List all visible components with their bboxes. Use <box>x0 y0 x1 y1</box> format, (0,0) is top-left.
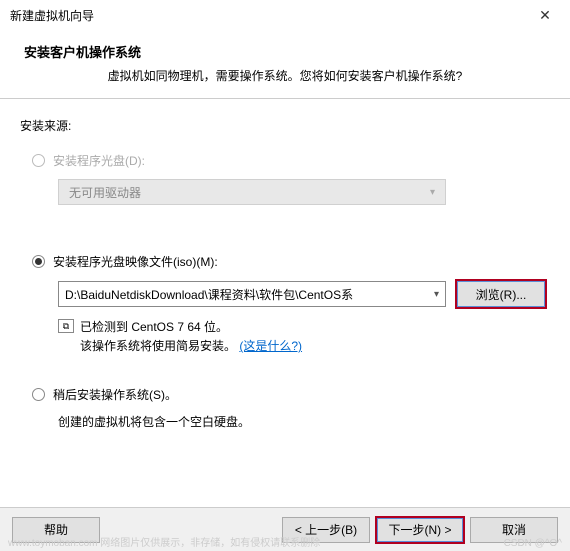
wizard-content: 安装来源: 安装程序光盘(D): 无可用驱动器 ▾ 安装程序光盘映像文件(iso… <box>0 99 570 507</box>
radio-disc[interactable] <box>32 154 45 167</box>
watermark-right: CSDN @^O^ <box>504 538 562 549</box>
detection-text: 已检测到 CentOS 7 64 位。 该操作系统将使用简易安装。 (这是什么?… <box>80 318 302 356</box>
radio-later[interactable] <box>32 388 45 401</box>
watermark-left: www.toymoban.com 网络图片仅供展示，非存储，如有侵权请联系删除 <box>8 534 320 549</box>
browse-button-label: 浏览(R)... <box>476 286 527 303</box>
radio-iso-label: 安装程序光盘映像文件(iso)(M): <box>53 253 218 270</box>
option-later: 稍后安装操作系统(S)。 创建的虚拟机将包含一个空白硬盘。 <box>32 386 550 430</box>
detection-info: ⧉ 已检测到 CentOS 7 64 位。 该操作系统将使用简易安装。 (这是什… <box>58 318 550 356</box>
later-description: 创建的虚拟机将包含一个空白硬盘。 <box>58 413 550 430</box>
wizard-header: 安装客户机操作系统 虚拟机如同物理机，需要操作系统。您将如何安装客户机操作系统? <box>0 30 570 99</box>
wizard-window: 新建虚拟机向导 ✕ 安装客户机操作系统 虚拟机如同物理机，需要操作系统。您将如何… <box>0 0 570 551</box>
radio-later-label: 稍后安装操作系统(S)。 <box>53 386 177 403</box>
radio-disc-label: 安装程序光盘(D): <box>53 152 145 169</box>
next-button-label: 下一步(N) > <box>388 521 451 538</box>
next-button[interactable]: 下一步(N) > <box>376 517 464 543</box>
radio-row-iso[interactable]: 安装程序光盘映像文件(iso)(M): <box>32 253 550 270</box>
disc-dropdown-text: 无可用驱动器 <box>69 184 141 201</box>
easy-install-line: 该操作系统将使用简易安装。 (这是什么?) <box>80 337 302 356</box>
iso-path-row: D:\BaiduNetdiskDownload\课程资料\软件包\CentOS系… <box>58 280 550 308</box>
disc-dropdown: 无可用驱动器 ▾ <box>58 179 446 205</box>
close-icon[interactable]: ✕ <box>530 7 560 24</box>
chevron-down-icon: ▾ <box>430 187 435 198</box>
chevron-down-icon[interactable]: ▾ <box>434 289 439 300</box>
radio-row-disc[interactable]: 安装程序光盘(D): <box>32 152 550 169</box>
browse-button[interactable]: 浏览(R)... <box>456 280 546 308</box>
detected-os-line: 已检测到 CentOS 7 64 位。 <box>80 318 302 337</box>
iso-path-input[interactable]: D:\BaiduNetdiskDownload\课程资料\软件包\CentOS系… <box>58 281 446 307</box>
radio-row-later[interactable]: 稍后安装操作系统(S)。 <box>32 386 550 403</box>
window-title: 新建虚拟机向导 <box>10 7 530 24</box>
page-subtext: 虚拟机如同物理机，需要操作系统。您将如何安装客户机操作系统? <box>24 67 546 84</box>
page-heading: 安装客户机操作系统 <box>24 42 546 61</box>
install-source-label: 安装来源: <box>20 117 550 134</box>
option-disc: 安装程序光盘(D): 无可用驱动器 ▾ <box>32 152 550 205</box>
option-iso: 安装程序光盘映像文件(iso)(M): D:\BaiduNetdiskDownl… <box>32 253 550 356</box>
cancel-button-label: 取消 <box>502 521 526 538</box>
titlebar: 新建虚拟机向导 ✕ <box>0 0 570 30</box>
radio-iso[interactable] <box>32 255 45 268</box>
iso-path-text: D:\BaiduNetdiskDownload\课程资料\软件包\CentOS系 <box>65 286 353 303</box>
info-icon: ⧉ <box>58 319 74 333</box>
what-is-this-link[interactable]: (这是什么?) <box>239 339 302 353</box>
